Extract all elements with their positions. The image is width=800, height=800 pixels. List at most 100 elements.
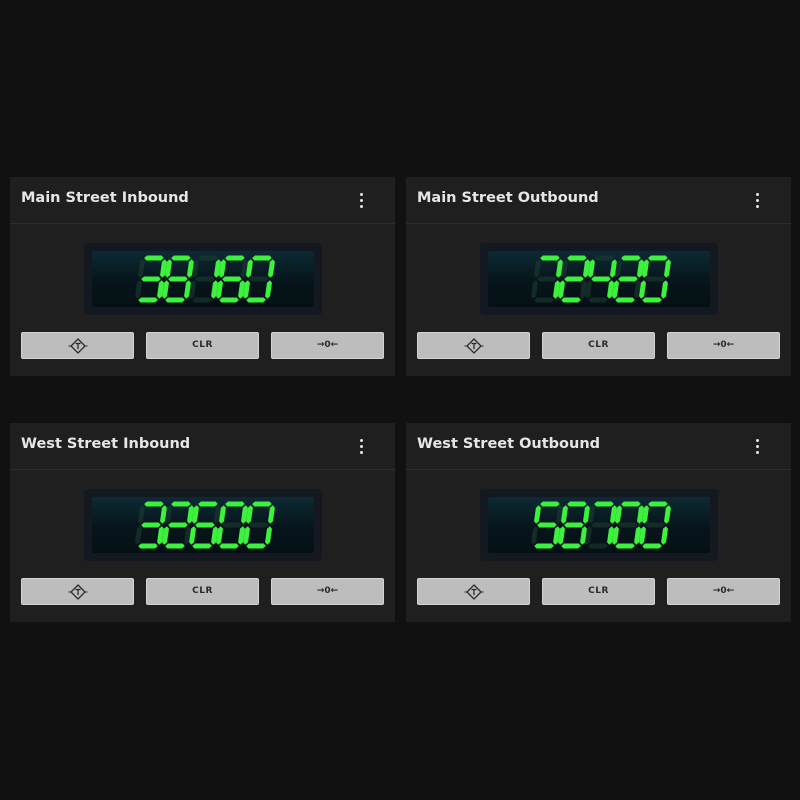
segment-lit xyxy=(171,255,191,261)
more-options-icon[interactable] xyxy=(353,436,369,456)
segment-lit xyxy=(615,543,635,549)
segment-lit xyxy=(540,255,560,261)
segment-lit xyxy=(561,543,581,549)
segment-lit xyxy=(195,522,215,528)
segment-lit xyxy=(141,522,161,528)
tare-button[interactable] xyxy=(21,578,134,605)
segment-lit xyxy=(222,276,242,282)
seven-segment-readout xyxy=(135,255,275,303)
segment-unlit xyxy=(138,259,145,278)
segment-lit xyxy=(265,526,272,545)
segment-unlit xyxy=(618,522,638,528)
segment-lit xyxy=(648,255,668,261)
card-header: West Street Outbound xyxy=(406,423,791,470)
card-header: Main Street Outbound xyxy=(406,177,791,224)
scale-card: Main Street Inbound CLR →0← xyxy=(10,177,395,376)
segment-lit xyxy=(621,501,641,507)
segment-lit xyxy=(168,276,188,282)
segment-lit xyxy=(534,543,554,549)
segment-lit xyxy=(192,543,212,549)
segment-lit xyxy=(252,501,272,507)
clear-button[interactable]: CLR xyxy=(542,578,655,605)
seven-segment-readout xyxy=(531,501,671,549)
tare-button[interactable] xyxy=(417,332,530,359)
segment-lit xyxy=(642,543,662,549)
seven-segment-readout xyxy=(135,501,275,549)
segment-unlit xyxy=(135,526,142,545)
segment-lit xyxy=(661,526,668,545)
segment-lit xyxy=(537,522,557,528)
card-title: Main Street Inbound xyxy=(21,190,189,206)
segment-unlit xyxy=(531,280,538,299)
zero-button[interactable]: →0← xyxy=(271,332,384,359)
segment-lit xyxy=(138,543,158,549)
segment-unlit xyxy=(531,526,538,545)
weight-display xyxy=(92,251,314,307)
segment-lit xyxy=(246,297,266,303)
segment-lit xyxy=(265,280,272,299)
segment-lit xyxy=(540,501,560,507)
weight-display xyxy=(92,497,314,553)
segment-lit xyxy=(567,501,587,507)
segment-lit xyxy=(144,255,164,261)
more-options-icon[interactable] xyxy=(353,190,369,210)
segment-unlit xyxy=(192,297,212,303)
card-title: Main Street Outbound xyxy=(417,190,599,206)
segment-lit xyxy=(219,543,239,549)
tare-button[interactable] xyxy=(21,332,134,359)
segment-unlit xyxy=(135,280,142,299)
card-header: Main Street Inbound xyxy=(10,177,395,224)
display-bezel xyxy=(84,243,322,315)
zero-button[interactable]: →0← xyxy=(667,332,780,359)
segment-unlit xyxy=(198,255,218,261)
segment-unlit xyxy=(537,276,557,282)
segment-lit xyxy=(564,276,584,282)
segment-unlit xyxy=(249,522,269,528)
segment-lit xyxy=(648,501,668,507)
segment-lit xyxy=(615,297,635,303)
segment-lit xyxy=(168,522,188,528)
weight-display xyxy=(488,251,710,307)
segment-lit xyxy=(138,297,158,303)
clear-button[interactable]: CLR xyxy=(146,332,259,359)
clear-button[interactable]: CLR xyxy=(542,332,655,359)
tare-button[interactable] xyxy=(417,578,530,605)
segment-unlit xyxy=(591,522,611,528)
more-options-icon[interactable] xyxy=(749,436,765,456)
segment-lit xyxy=(534,505,541,524)
segment-lit xyxy=(664,505,671,524)
segment-lit xyxy=(591,276,611,282)
scale-card: West Street Inbound CLR →0← xyxy=(10,423,395,622)
segment-unlit xyxy=(534,259,541,278)
segment-unlit xyxy=(138,505,145,524)
segment-lit xyxy=(268,259,275,278)
segment-lit xyxy=(618,276,638,282)
segment-lit xyxy=(664,259,671,278)
segment-lit xyxy=(225,255,245,261)
segment-lit xyxy=(567,255,587,261)
segment-unlit xyxy=(222,522,242,528)
display-bezel xyxy=(84,489,322,561)
scale-card: Main Street Outbound CLR →0← xyxy=(406,177,791,376)
scale-card: West Street Outbound CLR →0← xyxy=(406,423,791,622)
segment-lit xyxy=(594,501,614,507)
tare-icon xyxy=(68,584,88,600)
zero-button[interactable]: →0← xyxy=(271,578,384,605)
card-title: West Street Outbound xyxy=(417,436,601,452)
more-options-icon[interactable] xyxy=(749,190,765,210)
clear-button[interactable]: CLR xyxy=(146,578,259,605)
segment-unlit xyxy=(594,255,614,261)
segment-lit xyxy=(165,543,185,549)
segment-lit xyxy=(225,501,245,507)
tare-icon xyxy=(464,584,484,600)
segment-unlit xyxy=(588,297,608,303)
segment-unlit xyxy=(249,276,269,282)
tare-icon xyxy=(68,338,88,354)
segment-lit xyxy=(268,505,275,524)
segment-lit xyxy=(219,297,239,303)
segment-lit xyxy=(561,297,581,303)
display-bezel xyxy=(480,243,718,315)
zero-button[interactable]: →0← xyxy=(667,578,780,605)
seven-segment-readout xyxy=(531,255,671,303)
segment-lit xyxy=(165,297,185,303)
